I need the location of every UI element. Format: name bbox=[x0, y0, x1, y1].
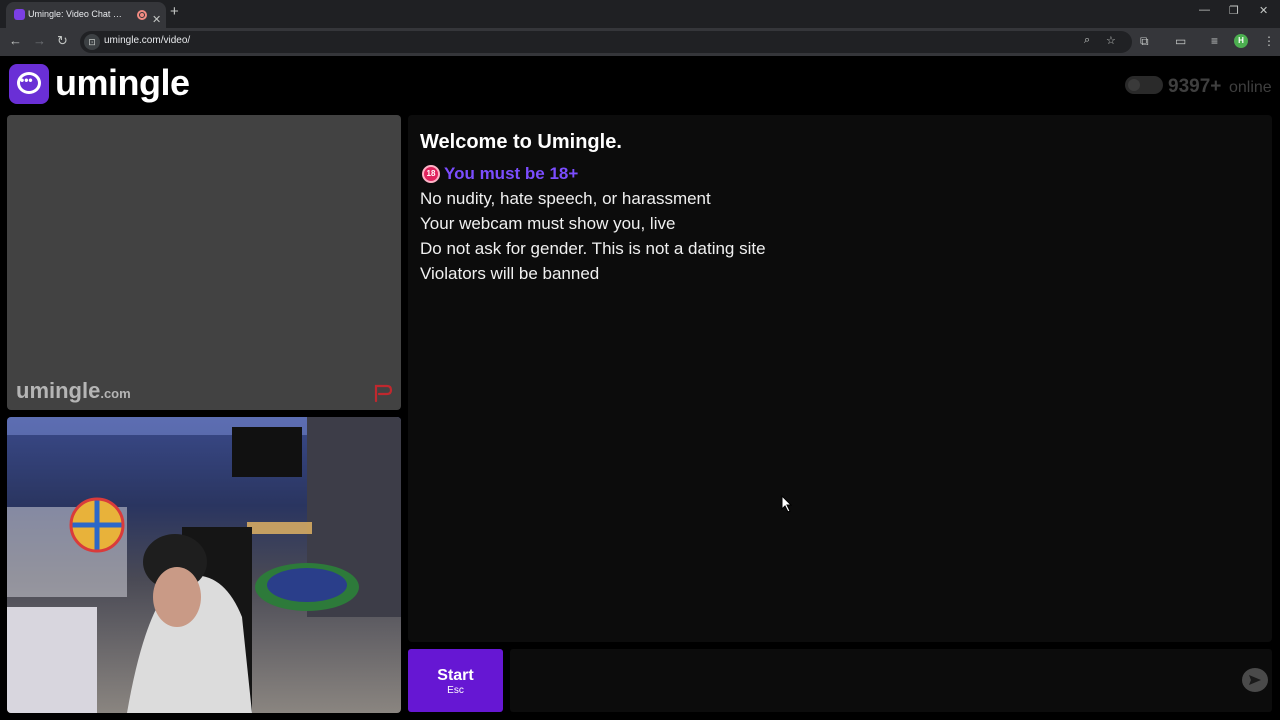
profile-avatar[interactable]: H bbox=[1234, 34, 1248, 48]
new-tab-button[interactable]: + bbox=[170, 3, 179, 20]
watermark-suffix: .com bbox=[100, 386, 131, 401]
send-arrow-icon bbox=[1249, 675, 1261, 685]
rule-item: Your webcam must show you, live bbox=[420, 214, 676, 233]
watermark-text: umingle bbox=[16, 378, 101, 403]
send-button[interactable] bbox=[1242, 668, 1268, 692]
forward-icon[interactable]: → bbox=[33, 33, 46, 48]
umingle-favicon-icon bbox=[14, 9, 25, 20]
cast-icon[interactable]: ▭ bbox=[1175, 34, 1186, 48]
online-label: online bbox=[1229, 79, 1272, 96]
media-controls-icon[interactable]: ≡ bbox=[1211, 34, 1218, 48]
url-text[interactable]: umingle.com/video/ bbox=[104, 35, 190, 46]
reload-icon[interactable]: ↻ bbox=[57, 33, 68, 49]
message-input[interactable] bbox=[510, 649, 1272, 712]
tab-close-icon[interactable]: ✕ bbox=[152, 8, 161, 28]
site-logo-text[interactable]: umingle bbox=[55, 62, 190, 104]
recording-icon bbox=[137, 10, 147, 20]
browser-tab[interactable]: Umingle: Video Chat with S ✕ bbox=[6, 2, 166, 28]
close-window-button[interactable]: ✕ bbox=[1259, 4, 1268, 17]
webcam-scene bbox=[7, 417, 401, 713]
rule-item: Violators will be banned bbox=[420, 264, 600, 283]
age-warning: You must be 18+ bbox=[444, 164, 579, 183]
back-icon[interactable]: ← bbox=[9, 33, 22, 48]
welcome-heading: Welcome to Umingle. bbox=[420, 131, 622, 153]
start-button[interactable]: Start Esc bbox=[408, 649, 503, 712]
chat-dots-icon: ••• bbox=[20, 73, 33, 87]
browser-tab-bar: Umingle: Video Chat with S ✕ + — ❐ ✕ bbox=[0, 0, 1280, 28]
menu-kebab-icon[interactable]: ⋮ bbox=[1263, 34, 1275, 48]
address-bar[interactable]: ⊡ umingle.com/video/ ⌕ ☆ bbox=[80, 31, 1132, 53]
bookmark-star-icon[interactable]: ☆ bbox=[1106, 34, 1116, 47]
zoom-icon[interactable]: ⌕ bbox=[1084, 34, 1090, 47]
online-toggle[interactable] bbox=[1125, 76, 1163, 94]
rule-item: Do not ask for gender. This is not a dat… bbox=[420, 239, 766, 258]
start-shortcut-hint: Esc bbox=[447, 685, 464, 696]
rule-item: No nudity, hate speech, or harassment bbox=[420, 189, 711, 208]
browser-toolbar: ← → ↻ ⊡ umingle.com/video/ ⌕ ☆ ⧉ ▭ ≡ H ⋮ bbox=[0, 28, 1280, 56]
remote-video: umingle.com bbox=[7, 115, 401, 410]
restore-button[interactable]: ❐ bbox=[1229, 4, 1239, 17]
site-info-icon[interactable]: ⊡ bbox=[84, 34, 100, 50]
chat-panel: Welcome to Umingle. 18 You must be 18+ N… bbox=[408, 115, 1272, 642]
age-restriction-icon: 18 bbox=[422, 165, 440, 183]
mouse-cursor-icon bbox=[781, 495, 793, 513]
extensions-icon[interactable]: ⧉ bbox=[1140, 34, 1149, 49]
minimize-button[interactable]: — bbox=[1199, 4, 1210, 16]
online-count: 9397+ bbox=[1168, 76, 1222, 97]
report-flag-icon[interactable] bbox=[373, 383, 393, 403]
start-label: Start bbox=[437, 667, 474, 684]
tab-title: Umingle: Video Chat with S bbox=[28, 9, 128, 19]
umingle-logo-icon[interactable]: ••• bbox=[9, 64, 49, 104]
watermark: umingle.com bbox=[16, 378, 131, 404]
local-webcam-video bbox=[7, 417, 401, 713]
